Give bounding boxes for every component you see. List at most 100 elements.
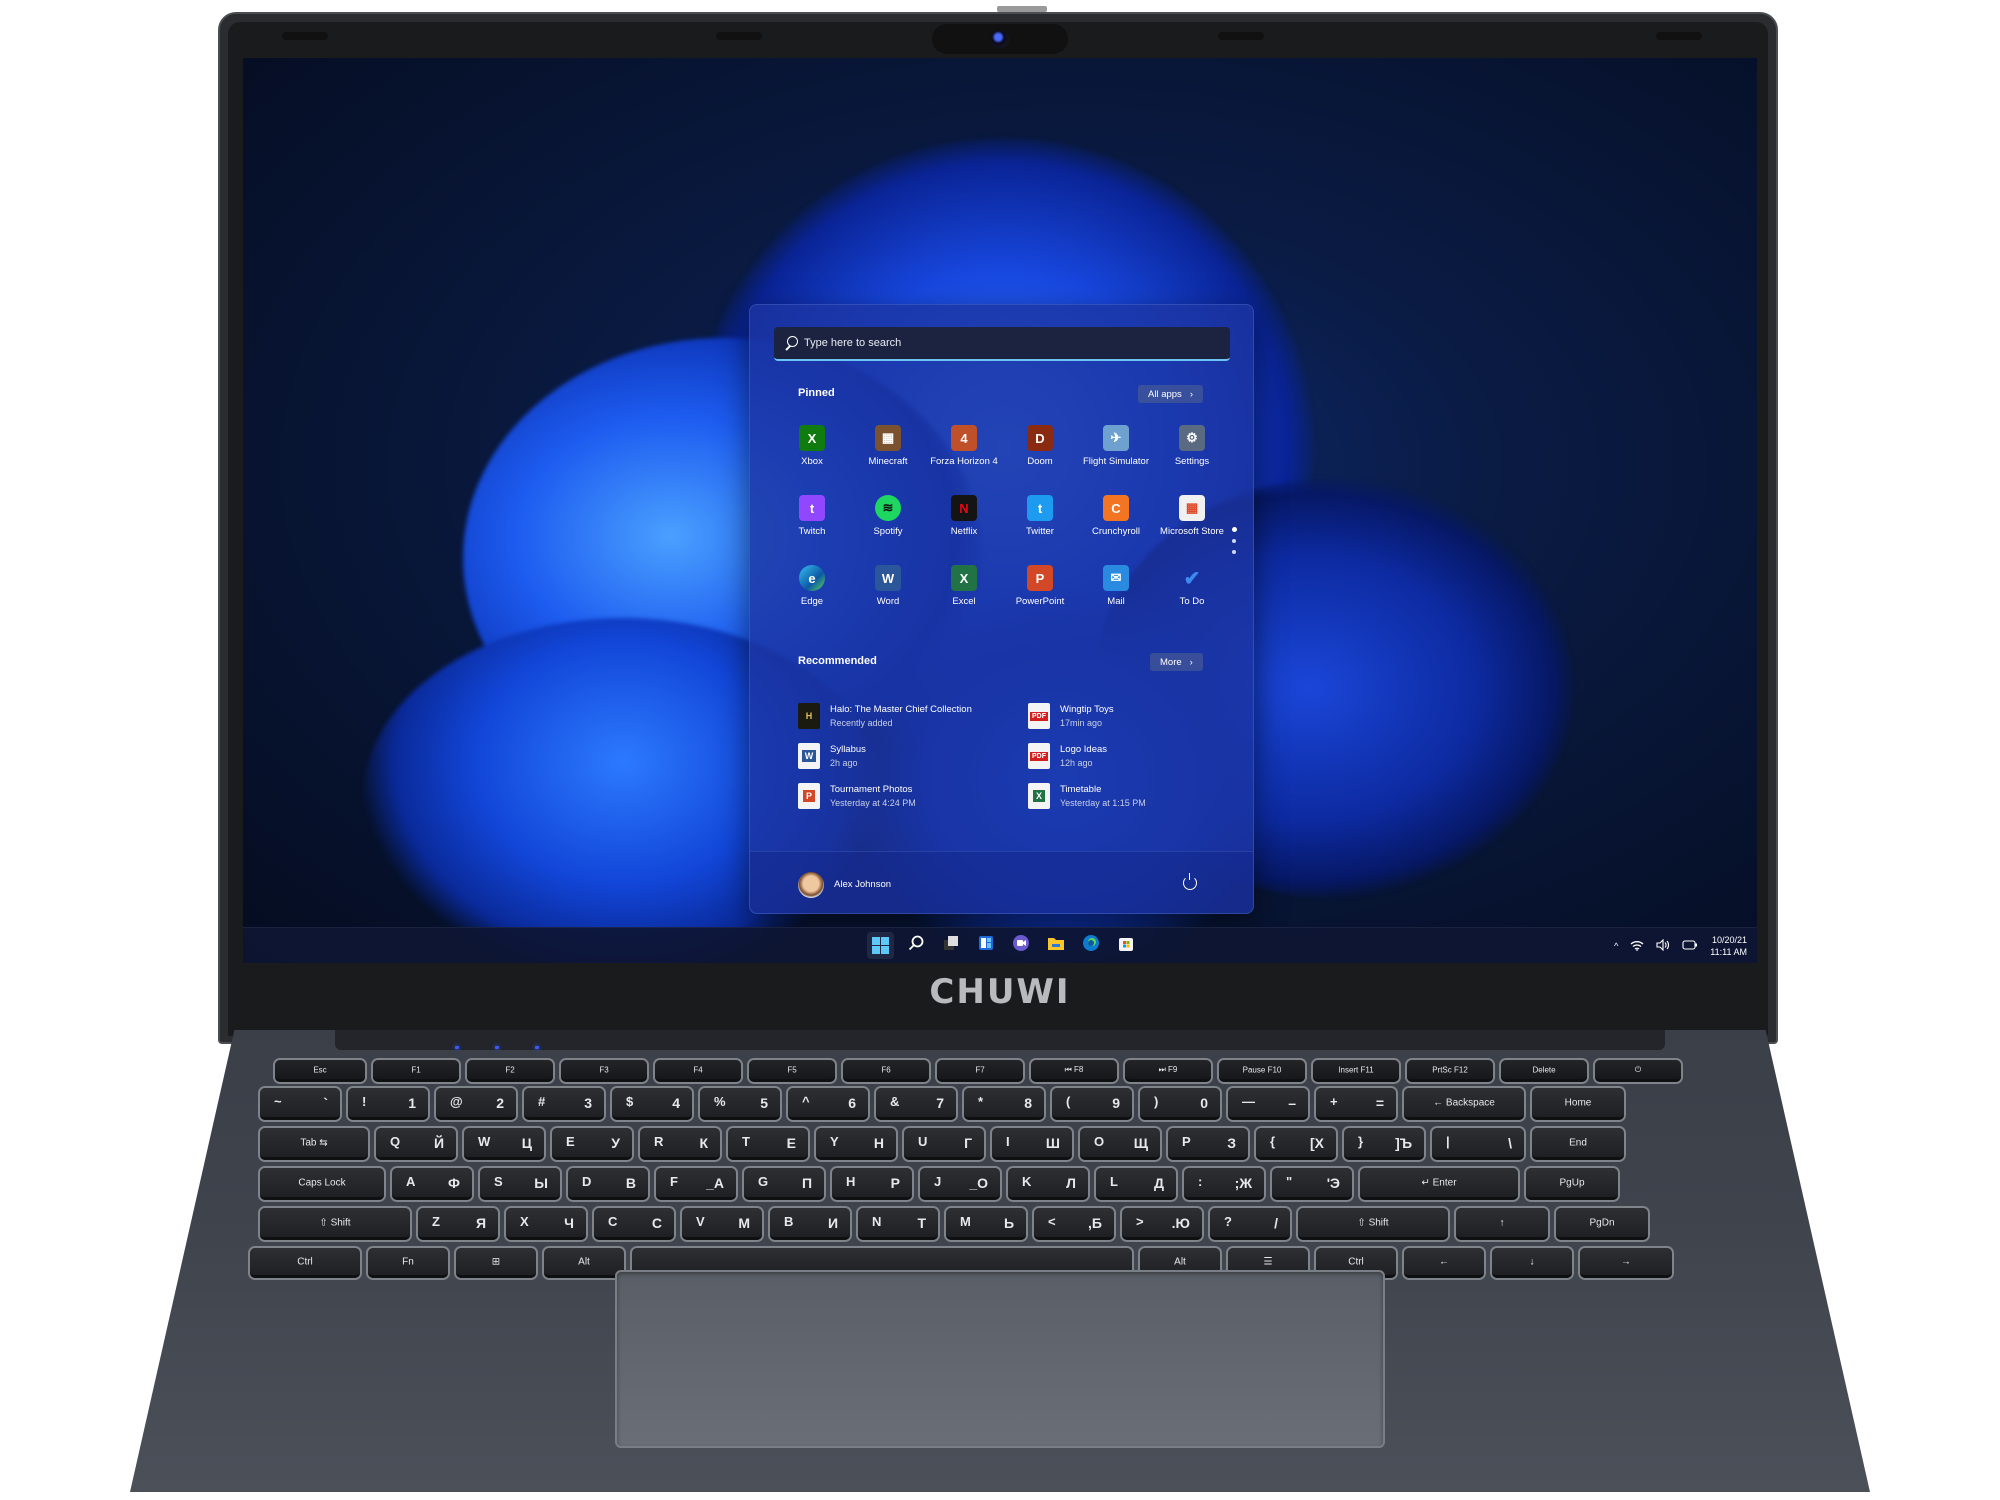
search-input[interactable] bbox=[804, 337, 1204, 349]
pinned-app-xbox[interactable]: X Xbox bbox=[774, 425, 850, 467]
chat-button[interactable] bbox=[1007, 932, 1034, 959]
key-[interactable]: ↑ bbox=[1456, 1208, 1548, 1240]
key-w[interactable]: WЦ bbox=[464, 1128, 544, 1160]
key-~[interactable]: ~ ` bbox=[260, 1088, 340, 1120]
key-capslock[interactable]: Caps Lock bbox=[260, 1168, 384, 1200]
recommended-item[interactable]: P Tournament Photos Yesterday at 4:24 PM bbox=[798, 783, 1028, 809]
key-f3[interactable]: F3 bbox=[561, 1060, 647, 1082]
key-a[interactable]: AФ bbox=[392, 1168, 472, 1200]
key-m[interactable]: MЬ bbox=[946, 1208, 1026, 1240]
pinned-app-minecraft[interactable]: ▦ Minecraft bbox=[850, 425, 926, 467]
store-button[interactable] bbox=[1112, 932, 1139, 959]
key-enter[interactable]: ↵ Enter bbox=[1360, 1168, 1518, 1200]
pinned-page-indicator[interactable] bbox=[1232, 527, 1237, 554]
key-d[interactable]: DВ bbox=[568, 1168, 648, 1200]
search-button[interactable] bbox=[902, 932, 929, 959]
key-f7[interactable]: F7 bbox=[937, 1060, 1023, 1082]
key-⏻[interactable]: ⏻ bbox=[1595, 1060, 1681, 1082]
clock[interactable]: 10/20/21 11:11 AM bbox=[1710, 934, 1747, 958]
key-c[interactable]: CС bbox=[594, 1208, 674, 1240]
key-home[interactable]: Home bbox=[1532, 1088, 1624, 1120]
pinned-app-spotify[interactable]: ≋ Spotify bbox=[850, 495, 926, 537]
key-"[interactable]: " 'Э bbox=[1272, 1168, 1352, 1200]
key-([interactable]: (9 bbox=[1052, 1088, 1132, 1120]
key-o[interactable]: OЩ bbox=[1080, 1128, 1160, 1160]
more-button[interactable]: More › bbox=[1150, 653, 1203, 671]
pinned-app-twitter[interactable]: t Twitter bbox=[1002, 495, 1078, 537]
recommended-item[interactable]: W Syllabus 2h ago bbox=[798, 743, 1028, 769]
key-j[interactable]: J _О bbox=[920, 1168, 1000, 1200]
key-tab[interactable]: Tab ⇆ bbox=[260, 1128, 368, 1160]
key-f11[interactable]: Insert F11 bbox=[1313, 1060, 1399, 1082]
key-u[interactable]: UГ bbox=[904, 1128, 984, 1160]
recommended-item[interactable]: PDF Wingtip Toys 17min ago bbox=[1028, 703, 1218, 729]
pinned-app-excel[interactable]: X Excel bbox=[926, 565, 1002, 607]
key-i[interactable]: IШ bbox=[992, 1128, 1072, 1160]
key-r[interactable]: RК bbox=[640, 1128, 720, 1160]
key-alt[interactable]: Alt bbox=[544, 1248, 624, 1278]
pinned-app-to-do[interactable]: ✔ To Do bbox=[1154, 565, 1230, 608]
recommended-item[interactable]: PDF Logo Ideas 12h ago bbox=[1028, 743, 1218, 769]
key-|[interactable]: | \ bbox=[1432, 1128, 1524, 1160]
key-b[interactable]: BИ bbox=[770, 1208, 850, 1240]
pinned-app-flight-simulator[interactable]: ✈ Flight Simulator bbox=[1078, 425, 1154, 467]
pinned-app-microsoft-store[interactable]: ▦ Microsoft Store bbox=[1154, 495, 1230, 537]
key-%[interactable]: % 5 bbox=[700, 1088, 780, 1120]
key-pgup[interactable]: PgUp bbox=[1526, 1168, 1618, 1200]
key-t[interactable]: TЕ bbox=[728, 1128, 808, 1160]
key-z[interactable]: ZЯ bbox=[418, 1208, 498, 1240]
file-explorer-button[interactable] bbox=[1042, 932, 1069, 959]
pinned-app-netflix[interactable]: N Netflix bbox=[926, 495, 1002, 537]
key-l[interactable]: LД bbox=[1096, 1168, 1176, 1200]
key-@[interactable]: @2 bbox=[436, 1088, 516, 1120]
start-search-box[interactable] bbox=[774, 327, 1230, 361]
key-<[interactable]: < ,Б bbox=[1034, 1208, 1114, 1240]
key-y[interactable]: YН bbox=[816, 1128, 896, 1160]
all-apps-button[interactable]: All apps › bbox=[1138, 385, 1203, 403]
avatar[interactable] bbox=[798, 872, 824, 898]
key-v[interactable]: VМ bbox=[682, 1208, 762, 1240]
key-![interactable]: ! 1 bbox=[348, 1088, 428, 1120]
key-f[interactable]: F _А bbox=[656, 1168, 736, 1200]
key-)[interactable]: ) 0 bbox=[1140, 1088, 1220, 1120]
key-f8[interactable]: ⏮ F8 bbox=[1031, 1060, 1117, 1082]
pinned-app-edge[interactable]: e Edge bbox=[774, 565, 850, 607]
pinned-app-word[interactable]: W Word bbox=[850, 565, 926, 607]
key-:[interactable]: : ;Ж bbox=[1184, 1168, 1264, 1200]
pinned-app-forza-horizon-4[interactable]: 4 Forza Horizon 4 bbox=[926, 425, 1002, 467]
key-&[interactable]: & 7 bbox=[876, 1088, 956, 1120]
start-button[interactable] bbox=[867, 932, 894, 959]
key-q[interactable]: QЙ bbox=[376, 1128, 456, 1160]
key-[interactable]: ↓ bbox=[1492, 1248, 1572, 1278]
key-*[interactable]: * 8 bbox=[964, 1088, 1044, 1120]
key-delete[interactable]: Delete bbox=[1501, 1060, 1587, 1082]
pinned-app-settings[interactable]: ⚙ Settings bbox=[1154, 425, 1230, 467]
key-$[interactable]: $4 bbox=[612, 1088, 692, 1120]
key-esc[interactable]: Esc bbox=[275, 1060, 365, 1082]
key-^[interactable]: ^ 6 bbox=[788, 1088, 868, 1120]
key-—[interactable]: — – bbox=[1228, 1088, 1308, 1120]
widgets-button[interactable] bbox=[972, 932, 999, 959]
task-view-button[interactable] bbox=[937, 932, 964, 959]
key-f6[interactable]: F6 bbox=[843, 1060, 929, 1082]
key-p[interactable]: PЗ bbox=[1168, 1128, 1248, 1160]
key-{[interactable]: {[Х bbox=[1256, 1128, 1336, 1160]
key-x[interactable]: XЧ bbox=[506, 1208, 586, 1240]
touchpad[interactable] bbox=[615, 1270, 1385, 1448]
key-shift[interactable]: ⇧ Shift bbox=[260, 1208, 410, 1240]
volume-icon[interactable] bbox=[1656, 938, 1670, 953]
key-g[interactable]: GП bbox=[744, 1168, 824, 1200]
recommended-item[interactable]: H Halo: The Master Chief Collection Recent… bbox=[798, 703, 1028, 729]
key-f12[interactable]: PrtSc F12 bbox=[1407, 1060, 1493, 1082]
key-shift[interactable]: ⇧ Shift bbox=[1298, 1208, 1448, 1240]
key-f10[interactable]: Pause F10 bbox=[1219, 1060, 1305, 1082]
user-name[interactable]: Alex Johnson bbox=[834, 879, 891, 890]
power-icon[interactable] bbox=[1183, 873, 1197, 890]
key-[interactable]: → bbox=[1580, 1248, 1672, 1278]
pinned-app-mail[interactable]: ✉ Mail bbox=[1078, 565, 1154, 607]
key-ctrl[interactable]: Ctrl bbox=[250, 1248, 360, 1278]
recommended-item[interactable]: X Timetable Yesterday at 1:15 PM bbox=[1028, 783, 1218, 809]
key-f9[interactable]: ⏭ F9 bbox=[1125, 1060, 1211, 1082]
show-hidden-icons-chevron-icon[interactable]: ^ bbox=[1614, 941, 1618, 951]
key-?[interactable]: ? / bbox=[1210, 1208, 1290, 1240]
